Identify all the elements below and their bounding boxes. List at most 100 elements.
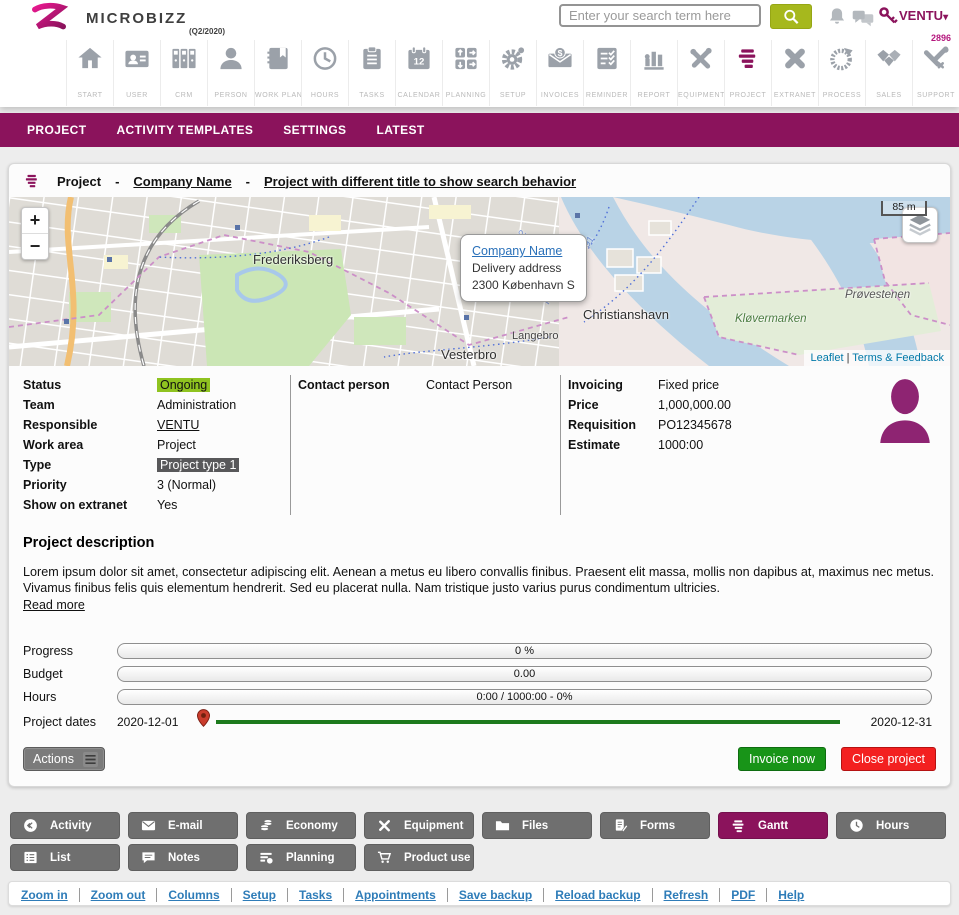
nav-item-settings[interactable]: SETTINGS: [268, 113, 361, 147]
brand-version: (Q2/2020): [189, 27, 225, 36]
toolbar-icon: 12: [406, 45, 433, 72]
project-description: Project description Lorem ipsum dolor si…: [23, 535, 934, 614]
project-gantt-icon[interactable]: [21, 172, 43, 190]
search-button[interactable]: [770, 4, 812, 29]
svg-text:$: $: [558, 48, 563, 58]
tab-equipment[interactable]: Equipment: [364, 812, 474, 839]
tab-list[interactable]: List: [10, 844, 120, 871]
info-row-status: Status Ongoing: [23, 375, 281, 395]
tab-icon: [495, 818, 510, 833]
info-column-left: Status Ongoing Team Administration Respo…: [23, 375, 281, 515]
read-more-link[interactable]: Read more: [23, 598, 85, 612]
footer-link-help[interactable]: Help: [766, 888, 804, 902]
toolbar-item-planning[interactable]: PLANNING: [442, 40, 489, 106]
tab-product-use[interactable]: Product use: [364, 844, 474, 871]
breadcrumb-company-link[interactable]: Company Name: [133, 174, 231, 189]
footer-link-columns[interactable]: Columns: [156, 888, 219, 902]
close-project-button[interactable]: Close project: [841, 747, 936, 771]
tab-forms[interactable]: Forms: [600, 812, 710, 839]
toolbar-item-invoices[interactable]: $ INVOICES: [536, 40, 583, 106]
nav-item-project[interactable]: PROJECT: [12, 113, 101, 147]
tab-hours[interactable]: Hours: [836, 812, 946, 839]
toolbar-item-support[interactable]: SUPPORT: [912, 40, 959, 106]
toolbar-item-tasks[interactable]: TASKS: [348, 40, 395, 106]
toolbar-item-equipment[interactable]: EQUIPMENT: [677, 40, 724, 106]
toolbar-item-extranet[interactable]: EXTRANET: [771, 40, 818, 106]
info-row-work-area: Work area Project: [23, 435, 281, 455]
tab-e-mail[interactable]: E-mail: [128, 812, 238, 839]
footer-link-setup[interactable]: Setup: [231, 888, 276, 902]
toolbar-item-sales[interactable]: SALES: [865, 40, 912, 106]
toolbar-item-report[interactable]: REPORT: [630, 40, 677, 106]
zoom-in-button[interactable]: +: [22, 208, 48, 234]
dates-timeline-bar: [216, 720, 840, 724]
toolbar-item-project[interactable]: PROJECT: [724, 40, 771, 106]
toolbar-item-person[interactable]: PERSON: [207, 40, 254, 106]
search-input[interactable]: [559, 4, 761, 27]
toolbar-icon: [265, 45, 292, 72]
meter-row-progress: Progress 0 %: [23, 639, 932, 662]
toolbar-icon: [782, 45, 809, 72]
toolbar-item-crm[interactable]: CRM: [160, 40, 207, 106]
tab-gantt[interactable]: Gantt: [718, 812, 828, 839]
key-icon[interactable]: [878, 6, 898, 26]
meter-bar: 0:00 / 1000:00 - 0%: [117, 689, 932, 705]
search-icon: [780, 8, 802, 25]
tab-icon: [23, 850, 38, 865]
toolbar-item-hours[interactable]: HOURS: [301, 40, 348, 106]
leaflet-map[interactable]: FrederiksbergVesterbroChristianshavnLang…: [9, 197, 950, 366]
user-menu[interactable]: VENTU▾: [899, 8, 948, 23]
toolbar-item-setup[interactable]: SETUP: [489, 40, 536, 106]
module-toolbar: START USER CRM PERSON: [66, 40, 959, 106]
popup-address-line2: 2300 København S: [472, 277, 575, 294]
toolbar-item-start[interactable]: START: [66, 40, 113, 106]
toolbar-icon: [500, 45, 527, 72]
tab-icon: [259, 850, 274, 865]
start-date: 2020-12-01: [117, 715, 183, 729]
zoom-out-button[interactable]: −: [22, 234, 48, 259]
messages-chat-icon[interactable]: [851, 8, 875, 29]
tab-files[interactable]: Files: [482, 812, 592, 839]
footer-link-zoom-in[interactable]: Zoom in: [21, 888, 68, 902]
info-row-type: Type Project type 1: [23, 455, 281, 475]
tab-icon: [731, 818, 746, 833]
tab-activity[interactable]: Activity: [10, 812, 120, 839]
footer-link-refresh[interactable]: Refresh: [652, 888, 709, 902]
map-label-vesterbro: Vesterbro: [441, 347, 497, 362]
app-header: MICROBIZZ (Q2/2020) VENTU▾ 2896 START US…: [0, 0, 959, 107]
map-attribution: Leaflet | Terms & Feedback: [804, 350, 950, 366]
tab-economy[interactable]: Economy: [246, 812, 356, 839]
brand-name: MICROBIZZ: [86, 10, 187, 27]
tab-planning[interactable]: Planning: [246, 844, 356, 871]
footer-link-appointments[interactable]: Appointments: [343, 888, 436, 902]
module-tabs: Activity E-mail Economy Equipment: [10, 812, 949, 876]
tab-notes[interactable]: Notes: [128, 844, 238, 871]
footer-link-save-backup[interactable]: Save backup: [447, 888, 532, 902]
leaflet-link[interactable]: Leaflet: [810, 352, 843, 364]
popup-company-link[interactable]: Company Name: [472, 244, 562, 258]
invoice-now-button[interactable]: Invoice now: [738, 747, 826, 771]
info-row-show-on-extranet: Show on extranet Yes: [23, 495, 281, 515]
footer-link-zoom-out[interactable]: Zoom out: [79, 888, 146, 902]
toolbar-item-process[interactable]: PROCESS: [818, 40, 865, 106]
nav-item-activity-templates[interactable]: ACTIVITY TEMPLATES: [101, 113, 268, 147]
breadcrumb-project-link[interactable]: Project with different title to show sea…: [264, 174, 576, 189]
map-zoom-control: + −: [21, 207, 49, 260]
toolbar-item-reminder[interactable]: REMINDER: [583, 40, 630, 106]
info-row-team: Team Administration: [23, 395, 281, 415]
footer-link-pdf[interactable]: PDF: [719, 888, 755, 902]
info-row-invoicing: Invoicing Fixed price: [568, 375, 818, 395]
footer-link-tasks[interactable]: Tasks: [287, 888, 332, 902]
meter-row-hours: Hours 0:00 / 1000:00 - 0%: [23, 685, 932, 708]
notifications-bell-icon[interactable]: [826, 6, 848, 28]
toolbar-item-work-plan[interactable]: WORK PLAN: [254, 40, 301, 106]
terms-feedback-link[interactable]: Terms & Feedback: [852, 352, 944, 364]
nav-item-latest[interactable]: LATEST: [361, 113, 439, 147]
map-scale: 85 m: [881, 201, 927, 216]
toolbar-item-calendar[interactable]: 12 CALENDAR: [395, 40, 442, 106]
footer-link-reload-backup[interactable]: Reload backup: [543, 888, 640, 902]
actions-button[interactable]: Actions: [23, 747, 105, 771]
toolbar-item-user[interactable]: USER: [113, 40, 160, 106]
breadcrumb-prefix: Project: [57, 174, 101, 189]
info-column-right: Invoicing Fixed price Price 1,000,000.00…: [568, 375, 818, 455]
